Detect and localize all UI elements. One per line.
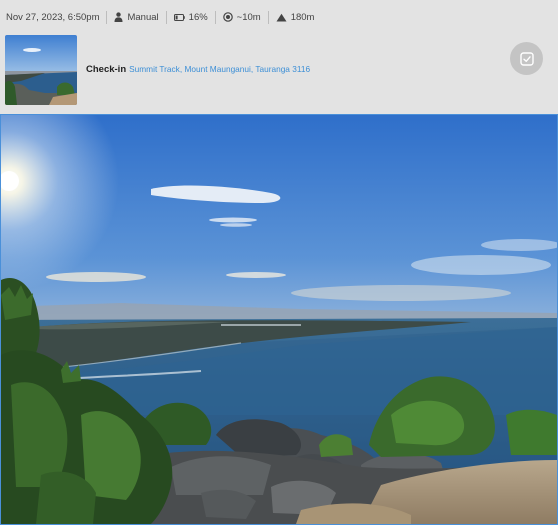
datetime: Nov 27, 2023, 6:50pm [6, 12, 106, 23]
meta-bar: Nov 27, 2023, 6:50pm Manual 16% ~10m 180… [0, 0, 558, 34]
mode-label: Manual [127, 11, 159, 23]
checkin-title: Check-in [86, 64, 127, 75]
elevation: 180m [269, 12, 322, 23]
accuracy-label: ~10m [236, 11, 261, 23]
landscape-photo [1, 115, 557, 524]
checkin-card: Nov 27, 2023, 6:50pm Manual 16% ~10m 180… [0, 0, 558, 525]
battery-icon [173, 13, 185, 21]
photo-preview[interactable] [0, 114, 558, 525]
checkbox-icon [519, 51, 534, 66]
person-icon [114, 12, 123, 22]
mountain-icon [276, 13, 287, 22]
confirm-button[interactable] [510, 42, 543, 75]
checkin-info: Check-in Summit Track, Mount Maunganui, … [86, 64, 310, 75]
battery-label: 16% [188, 11, 208, 23]
photo-thumbnail[interactable] [5, 35, 77, 105]
mode: Manual [107, 12, 165, 23]
accuracy: ~10m [216, 12, 268, 23]
target-icon [222, 12, 233, 22]
battery: 16% [167, 12, 215, 23]
datetime-label: Nov 27, 2023, 6:50pm [6, 11, 100, 23]
checkin-location-link[interactable]: Summit Track, Mount Maunganui, Tauranga … [129, 64, 310, 74]
elevation-label: 180m [290, 11, 315, 23]
